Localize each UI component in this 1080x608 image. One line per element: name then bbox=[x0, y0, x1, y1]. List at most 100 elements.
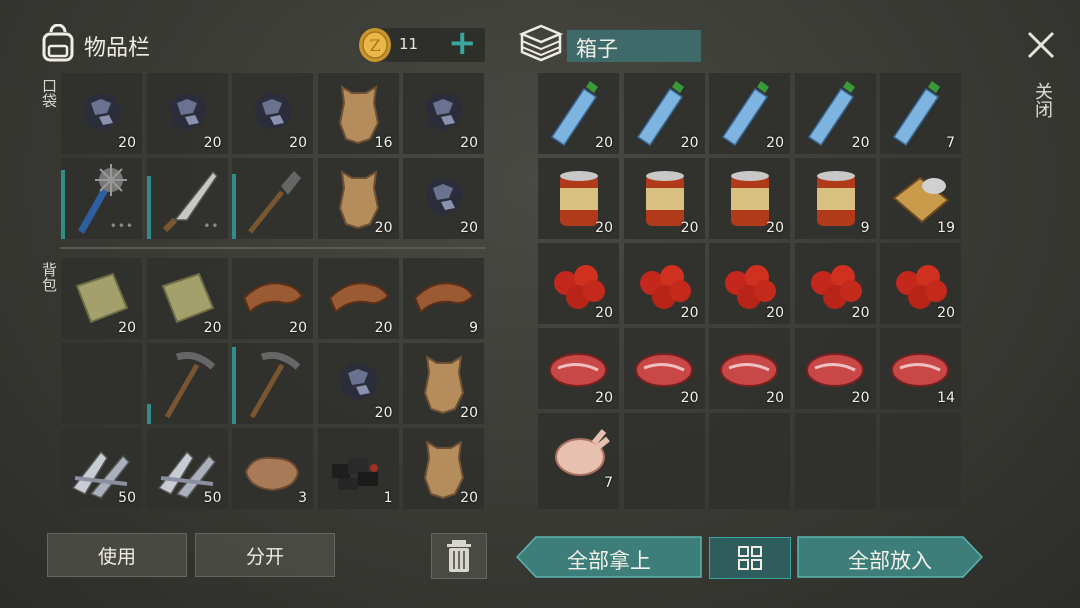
item-quantity: 20 bbox=[460, 405, 478, 421]
container-slot[interactable]: 9 bbox=[794, 158, 876, 239]
item-quantity: 20 bbox=[203, 135, 222, 151]
backpack-slot[interactable] bbox=[146, 343, 228, 424]
layout-toggle-button[interactable] bbox=[709, 537, 791, 579]
use-button[interactable]: 使用 bbox=[47, 533, 187, 577]
item-quantity: 20 bbox=[851, 305, 870, 321]
container-slot[interactable]: 20 bbox=[794, 243, 876, 324]
container-slot[interactable]: 20 bbox=[709, 328, 790, 409]
grid-icon bbox=[738, 546, 762, 570]
backpack-slot[interactable]: 20 bbox=[403, 343, 484, 424]
container-slot[interactable]: 20 bbox=[880, 243, 961, 324]
item-quantity: 20 bbox=[680, 390, 699, 406]
container-slot[interactable]: 20 bbox=[794, 328, 876, 409]
backpack-slot[interactable]: 3 bbox=[232, 428, 313, 509]
inventory-title: 物品栏 bbox=[84, 36, 151, 61]
pocket-slot[interactable]: 16 bbox=[317, 73, 399, 154]
container-slot[interactable]: 20 bbox=[623, 243, 705, 324]
durability-bar bbox=[232, 347, 236, 424]
item-quantity: 20 bbox=[374, 405, 393, 421]
backpack-slot[interactable]: 50 bbox=[146, 428, 228, 509]
pocket-slot[interactable]: 20 bbox=[403, 73, 484, 154]
item-quantity: 20 bbox=[937, 305, 955, 321]
take-all-button[interactable]: 全部拿上 bbox=[516, 536, 702, 578]
backpack-slot[interactable]: 1 bbox=[317, 428, 399, 509]
container-slot[interactable]: 7 bbox=[538, 413, 619, 494]
pocket-slot[interactable]: •• bbox=[146, 158, 228, 239]
coin-icon: Z bbox=[359, 28, 391, 62]
pocket-slot[interactable]: 20 bbox=[146, 73, 228, 154]
pocket-slot[interactable]: 20 bbox=[403, 158, 484, 239]
pocket-slot[interactable] bbox=[232, 158, 313, 239]
close-label[interactable]: 关闭 bbox=[1030, 82, 1053, 118]
container-slot[interactable]: 7 bbox=[880, 73, 961, 154]
backpack-slot[interactable]: 20 bbox=[146, 258, 228, 339]
pickaxe-icon bbox=[249, 351, 301, 419]
backpack-slot[interactable]: 20 bbox=[317, 258, 399, 339]
container-slot[interactable] bbox=[623, 413, 705, 494]
item-quantity: 20 bbox=[118, 320, 136, 336]
container-slot[interactable] bbox=[538, 493, 619, 509]
item-quantity: 7 bbox=[946, 135, 955, 151]
item-quantity: 1 bbox=[383, 490, 393, 506]
container-slot[interactable]: 20 bbox=[709, 243, 790, 324]
pickaxe-icon bbox=[164, 351, 215, 419]
item-quantity: 50 bbox=[118, 490, 136, 506]
container-slot[interactable]: 19 bbox=[880, 158, 961, 239]
item-quantity: 20 bbox=[460, 220, 478, 236]
container-slot[interactable]: 20 bbox=[794, 73, 876, 154]
item-quantity: 20 bbox=[766, 220, 784, 236]
container-slot[interactable] bbox=[709, 413, 790, 494]
backpack-slot[interactable]: 20 bbox=[403, 428, 484, 509]
backpack-icon bbox=[42, 24, 74, 62]
item-quantity: 20 bbox=[460, 490, 478, 506]
backpack-slot[interactable]: 20 bbox=[61, 258, 142, 339]
pocket-slot[interactable]: ••• bbox=[61, 158, 142, 239]
item-quantity: 20 bbox=[595, 135, 613, 151]
container-slot[interactable]: 20 bbox=[709, 158, 790, 239]
item-quantity: 20 bbox=[595, 220, 613, 236]
item-quantity: 20 bbox=[289, 135, 307, 151]
pocket-slot[interactable]: 20 bbox=[317, 158, 399, 239]
durability-bar bbox=[232, 174, 236, 239]
item-quantity: 16 bbox=[374, 135, 393, 151]
quality-dots: ••• bbox=[109, 219, 134, 233]
container-slot[interactable]: 20 bbox=[623, 328, 705, 409]
container-slot[interactable] bbox=[880, 493, 961, 509]
quality-dots: •• bbox=[203, 219, 220, 233]
pocket-slot[interactable]: 20 bbox=[232, 73, 313, 154]
crate-icon bbox=[518, 24, 564, 62]
container-slot[interactable]: 20 bbox=[538, 158, 619, 239]
backpack-slot[interactable]: 9 bbox=[403, 258, 484, 339]
container-slot[interactable]: 20 bbox=[538, 73, 619, 154]
item-quantity: 20 bbox=[680, 305, 699, 321]
container-slot[interactable] bbox=[794, 413, 876, 494]
trash-icon bbox=[447, 540, 471, 572]
backpack-slot[interactable]: 20 bbox=[317, 343, 399, 424]
container-slot[interactable] bbox=[623, 493, 705, 509]
put-all-button[interactable]: 全部放入 bbox=[797, 536, 983, 578]
backpack-slot[interactable]: 20 bbox=[232, 258, 313, 339]
container-slot[interactable]: 20 bbox=[538, 328, 619, 409]
backpack-slot[interactable] bbox=[232, 343, 313, 424]
trash-button[interactable] bbox=[431, 533, 487, 579]
container-slot[interactable] bbox=[709, 493, 790, 509]
take-all-label: 全部拿上 bbox=[567, 549, 651, 573]
coin-count: 11 bbox=[399, 35, 419, 53]
container-slot[interactable]: 20 bbox=[709, 73, 790, 154]
container-slot[interactable] bbox=[880, 413, 961, 494]
container-slot[interactable]: 20 bbox=[623, 158, 705, 239]
split-button[interactable]: 分开 bbox=[195, 533, 335, 577]
container-slot[interactable] bbox=[794, 493, 876, 509]
item-quantity: 20 bbox=[203, 320, 222, 336]
item-quantity: 9 bbox=[469, 320, 478, 336]
container-slot[interactable]: 14 bbox=[880, 328, 961, 409]
item-quantity: 20 bbox=[851, 390, 870, 406]
close-icon[interactable] bbox=[1024, 28, 1058, 62]
backpack-slot[interactable] bbox=[61, 343, 142, 424]
pocket-slot[interactable]: 20 bbox=[61, 73, 142, 154]
container-slot[interactable]: 20 bbox=[538, 243, 619, 324]
item-quantity: 20 bbox=[766, 305, 784, 321]
backpack-slot[interactable]: 50 bbox=[61, 428, 142, 509]
container-slot[interactable]: 20 bbox=[623, 73, 705, 154]
add-coins-button[interactable]: + bbox=[448, 26, 477, 60]
